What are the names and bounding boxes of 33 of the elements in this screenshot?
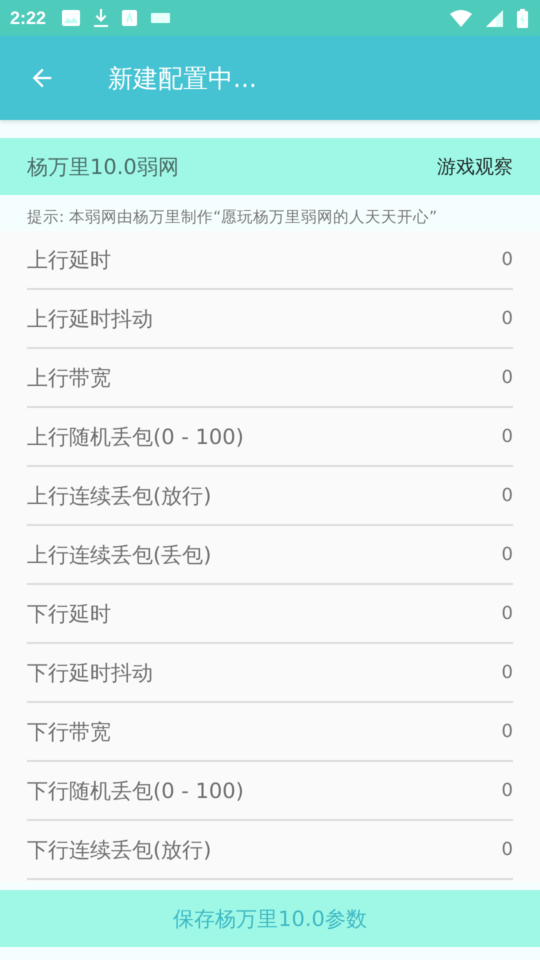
param-label: 上行随机丢包(0 - 100) xyxy=(27,424,244,450)
param-label: 下行随机丢包(0 - 100) xyxy=(27,778,244,804)
param-value[interactable]: 0 xyxy=(502,249,513,270)
param-value[interactable]: 0 xyxy=(502,308,513,329)
download-icon xyxy=(94,9,108,27)
watch-game-link[interactable]: 游戏观察 xyxy=(437,154,513,180)
param-value[interactable]: 0 xyxy=(502,367,513,388)
param-value[interactable]: 0 xyxy=(502,721,513,742)
keyboard-icon xyxy=(151,13,170,23)
wifi-icon xyxy=(450,10,472,26)
param-value[interactable]: 0 xyxy=(502,603,513,624)
param-value[interactable]: 0 xyxy=(502,662,513,683)
param-label: 下行连续丢包(放行) xyxy=(27,836,212,864)
param-label: 下行带宽 xyxy=(27,718,111,746)
param-label: 下行延时 xyxy=(27,600,111,628)
param-label: 上行连续丢包(放行) xyxy=(27,482,212,510)
battery-icon xyxy=(517,8,528,28)
param-value[interactable]: 0 xyxy=(502,544,513,565)
image-icon xyxy=(62,10,80,26)
param-label: 上行带宽 xyxy=(27,364,111,392)
letter-box-icon xyxy=(122,10,138,26)
param-label: 上行延时抖动 xyxy=(27,306,153,332)
param-label: 上行连续丢包(丢包) xyxy=(27,542,212,568)
param-value[interactable]: 0 xyxy=(502,780,513,801)
status-time: 2:22 xyxy=(10,8,46,28)
signal-icon xyxy=(486,10,503,26)
profile-name: 杨万里10.0弱网 xyxy=(27,154,179,180)
param-label: 下行延时抖动 xyxy=(27,660,153,686)
app-title: 新建配置中... xyxy=(108,62,257,94)
param-value[interactable]: 0 xyxy=(502,485,513,506)
param-label: 上行延时 xyxy=(27,246,111,274)
param-value[interactable]: 0 xyxy=(502,839,513,860)
param-value[interactable]: 0 xyxy=(502,426,513,447)
